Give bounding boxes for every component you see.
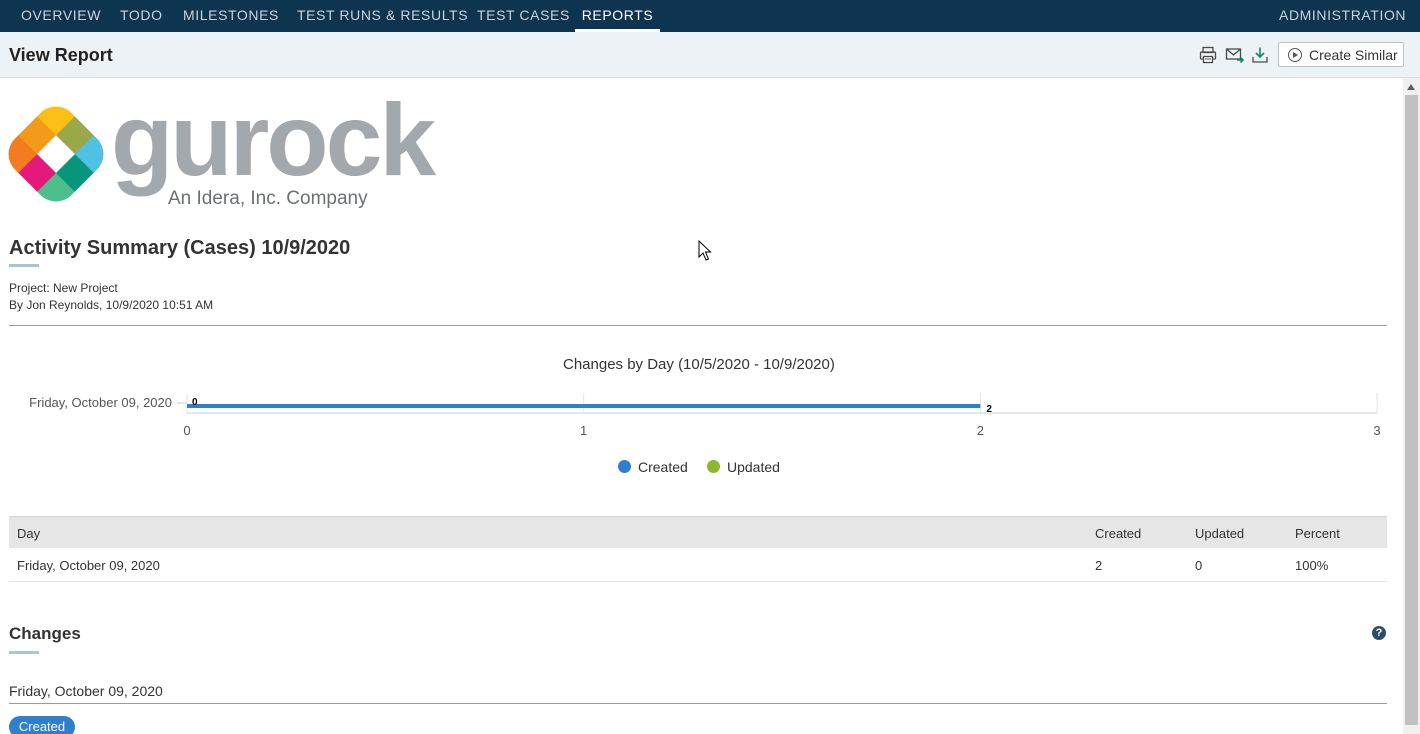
changes-by-day-chart: 0 1 2 3 Friday, October 09, 2020 0 2 bbox=[29, 393, 1381, 438]
data-label-created: 2 bbox=[986, 404, 992, 415]
data-label-updated: 0 bbox=[192, 397, 198, 408]
tab-reports[interactable]: Reports bbox=[575, 0, 660, 32]
tab-overview[interactable]: Overview bbox=[21, 0, 101, 32]
title-underline bbox=[9, 264, 39, 267]
tab-todo[interactable]: Todo bbox=[120, 0, 163, 32]
x-tick-label: 2 bbox=[977, 423, 984, 438]
tab-milestones[interactable]: Milestones bbox=[183, 0, 279, 32]
column-header-updated[interactable]: Updated bbox=[1195, 526, 1244, 541]
column-header-day[interactable]: Day bbox=[17, 526, 40, 541]
cell-created: 2 bbox=[1095, 558, 1103, 573]
status-badge-created: Created bbox=[9, 716, 75, 734]
divider bbox=[9, 325, 1387, 326]
table-row: Friday, October 09, 2020 2 0 100% bbox=[9, 549, 1387, 582]
cell-percent: 100% bbox=[1295, 558, 1329, 573]
logo-tagline: An Idera, Inc. Company bbox=[168, 188, 368, 209]
chart-title: Changes by Day (10/5/2020 - 10/9/2020) bbox=[563, 356, 835, 373]
logo-wordmark: gurock bbox=[111, 83, 436, 197]
scroll-up-arrow-icon[interactable] bbox=[1407, 84, 1415, 90]
cell-updated: 0 bbox=[1195, 558, 1203, 573]
mouse-cursor-icon bbox=[698, 240, 712, 261]
changes-underline bbox=[9, 651, 39, 654]
x-tick-label: 3 bbox=[1373, 423, 1380, 438]
x-tick-label: 0 bbox=[183, 423, 190, 438]
cell-day: Friday, October 09, 2020 bbox=[17, 558, 160, 573]
report-byline: By Jon Reynolds, 10/9/2020 10:51 AM bbox=[9, 298, 214, 312]
changes-divider bbox=[9, 703, 1387, 704]
scrollbar-thumb[interactable] bbox=[1405, 95, 1418, 725]
column-header-percent[interactable]: Percent bbox=[1295, 526, 1340, 541]
page-title: View Report bbox=[9, 45, 113, 65]
changes-day-label: Friday, October 09, 2020 bbox=[9, 683, 163, 699]
tab-test-cases[interactable]: Test Cases bbox=[477, 0, 570, 32]
page-header: View Report Create Similar bbox=[0, 32, 1420, 78]
x-tick-label: 1 bbox=[580, 423, 587, 438]
column-header-created[interactable]: Created bbox=[1095, 526, 1141, 541]
tab-administration[interactable]: Administration bbox=[1279, 0, 1406, 32]
top-navigation: Overview Todo Milestones Test Runs & Res… bbox=[0, 0, 1420, 32]
download-icon[interactable] bbox=[1250, 45, 1270, 65]
legend-dot-updated bbox=[707, 460, 720, 473]
legend-label-updated: Updated bbox=[727, 459, 780, 475]
create-similar-label: Create Similar bbox=[1309, 47, 1398, 63]
legend-dot-created bbox=[618, 460, 631, 473]
create-similar-button[interactable]: Create Similar bbox=[1278, 42, 1404, 67]
print-icon[interactable] bbox=[1198, 45, 1218, 65]
play-icon bbox=[1288, 48, 1302, 62]
company-logo: gurock An Idera, Inc. Company bbox=[8, 83, 436, 216]
report-title: Activity Summary (Cases) 10/9/2020 bbox=[9, 237, 351, 259]
help-icon[interactable]: ? bbox=[1372, 626, 1386, 640]
vertical-scrollbar[interactable] bbox=[1403, 78, 1420, 734]
report-project: Project: New Project bbox=[9, 281, 118, 295]
summary-table-header: Day Created Updated Percent bbox=[9, 516, 1387, 548]
bar-created bbox=[187, 404, 981, 408]
changes-section-title: Changes bbox=[9, 624, 81, 643]
gurock-logo-mark-icon bbox=[8, 106, 104, 202]
legend-label-created: Created bbox=[638, 459, 688, 475]
tab-test-runs-results[interactable]: Test Runs & Results bbox=[297, 0, 468, 32]
y-category-label: Friday, October 09, 2020 bbox=[29, 395, 172, 410]
email-icon[interactable] bbox=[1225, 45, 1245, 65]
